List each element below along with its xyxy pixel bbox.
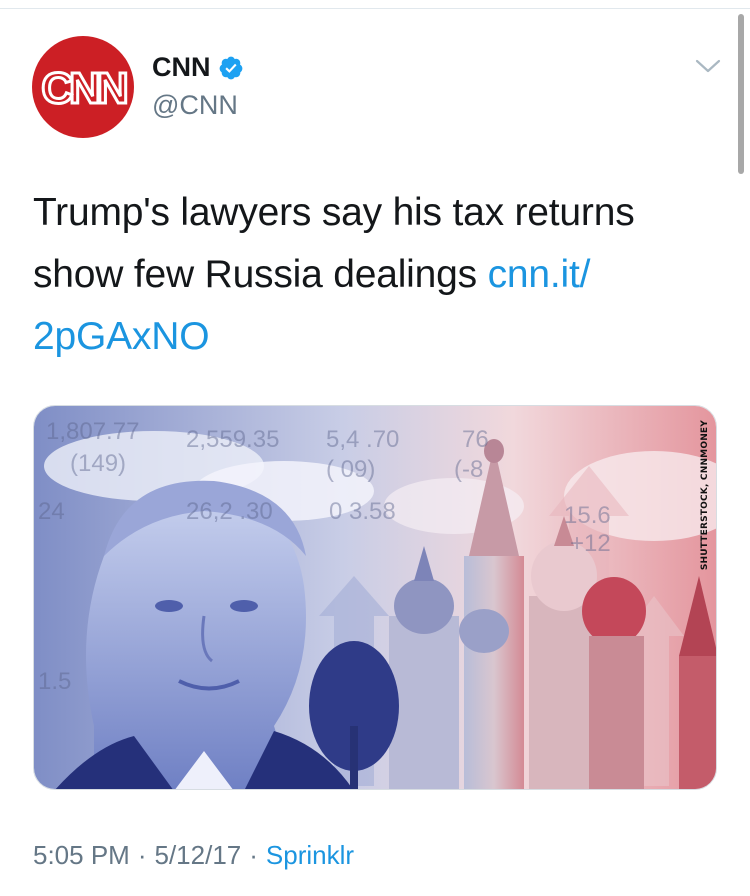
ticker-2: 2,559.35 bbox=[186, 426, 280, 453]
ticker-11: 15.6 bbox=[564, 502, 611, 529]
ticker-12: +12 bbox=[570, 530, 611, 557]
scrollbar[interactable] bbox=[738, 14, 744, 174]
ticker-8: 24 bbox=[38, 498, 65, 525]
meta-separator: · bbox=[137, 840, 147, 870]
top-divider bbox=[0, 8, 750, 9]
ticker-4: 76 bbox=[462, 426, 489, 453]
tweet-time[interactable]: 5:05 PM bbox=[33, 840, 130, 871]
author-name-row[interactable]: CNN bbox=[152, 52, 244, 83]
tweet-image[interactable]: 1,807.77 2,559.35 5,4 .70 76 (149) ( 09)… bbox=[33, 405, 717, 790]
ticker-10: 0 3.58 bbox=[329, 498, 396, 525]
ticker-9: 26,2 .30 bbox=[186, 498, 273, 525]
ticker-6: ( 09) bbox=[326, 456, 376, 483]
verified-badge-icon bbox=[219, 56, 242, 79]
cnn-logo-icon: CNN bbox=[40, 63, 129, 113]
trump-kremlin-illustration bbox=[34, 406, 716, 789]
ticker-7: (-8 bbox=[454, 456, 484, 483]
tweet-date[interactable]: 5/12/17 bbox=[155, 840, 242, 871]
ticker-5: (149) bbox=[70, 450, 127, 477]
ticker-1: 1,807.77 bbox=[46, 418, 140, 445]
tweet-metadata: 5:05 PM · 5/12/17 · Sprinklr bbox=[33, 840, 354, 871]
chevron-down-icon[interactable] bbox=[694, 56, 722, 76]
handle[interactable]: @CNN bbox=[152, 90, 238, 121]
tweet-text: Trump's lawyers say his tax returns show… bbox=[33, 182, 693, 368]
display-name[interactable]: CNN bbox=[152, 52, 211, 83]
ticker-3: 5,4 .70 bbox=[326, 426, 400, 453]
avatar[interactable]: CNN bbox=[32, 36, 134, 138]
meta-separator-2: · bbox=[249, 840, 258, 870]
tweet-source-link[interactable]: Sprinklr bbox=[266, 840, 354, 871]
svg-text:CNN: CNN bbox=[41, 64, 126, 112]
image-credit: SHUTTERSTOCK, CNNMONEY bbox=[700, 420, 710, 571]
ticker-13: 1.5 bbox=[38, 668, 72, 695]
